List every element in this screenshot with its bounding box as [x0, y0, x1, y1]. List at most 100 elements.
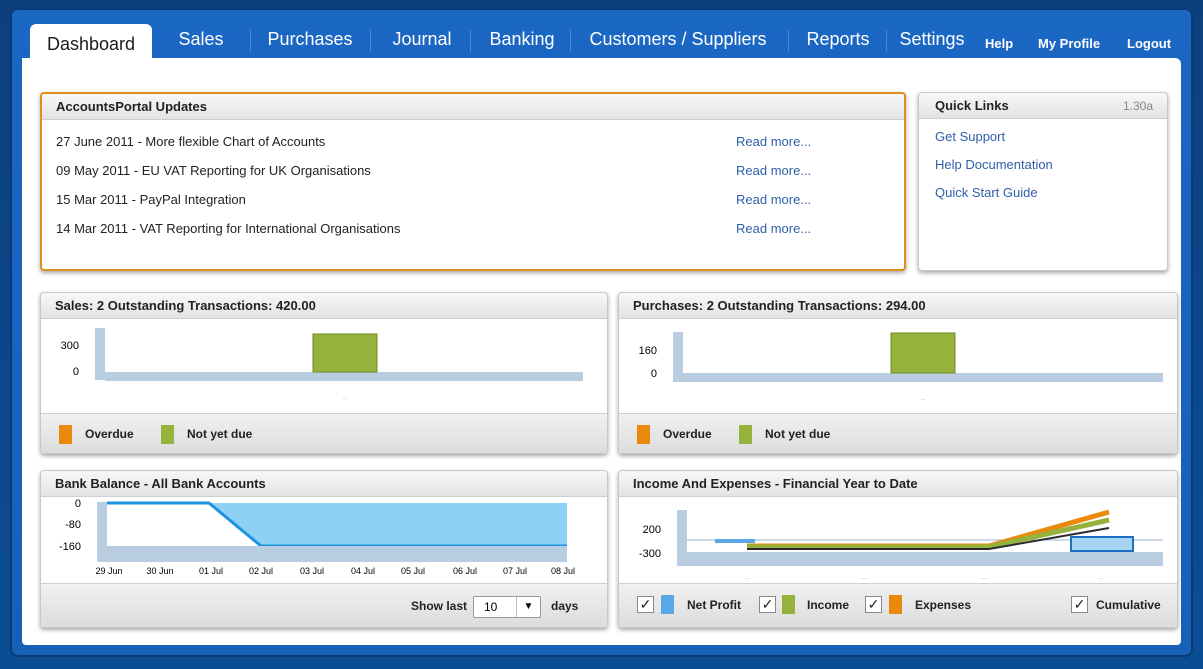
read-more-link[interactable]: Read more... — [736, 192, 811, 207]
legend-overdue: Overdue — [85, 427, 134, 441]
days-label: days — [551, 599, 579, 613]
read-more-link[interactable]: Read more... — [736, 134, 811, 149]
nav-divider — [886, 30, 887, 52]
x-tick-label: ... — [343, 395, 347, 401]
bar-not-yet-due — [890, 332, 956, 374]
x-tick-label: 01 Jul — [199, 566, 223, 576]
x-tick-label: ... — [862, 575, 866, 581]
nav-divider — [370, 30, 371, 52]
days-select[interactable]: 10 ▼ — [473, 596, 541, 618]
income-line — [747, 517, 1110, 550]
my-profile-link[interactable]: My Profile — [1038, 36, 1100, 51]
legend-overdue: Overdue — [663, 427, 712, 441]
read-more-link[interactable]: Read more... — [736, 163, 811, 178]
not-yet-due-swatch — [161, 425, 174, 444]
bank-balance-title: Bank Balance - All Bank Accounts — [41, 471, 607, 497]
x-tick-label: 29 Jun — [95, 566, 122, 576]
days-select-value: 10 — [484, 600, 498, 614]
quick-links-header: Quick Links 1.30a — [919, 93, 1167, 119]
income-expenses-chart: 200 -300 ... ... ... ... — [639, 509, 1163, 581]
y-tick-label: -160 — [59, 541, 81, 553]
x-tick-label: 06 Jul — [453, 566, 477, 576]
x-tick-label: 08 Jul — [551, 566, 575, 576]
x-tick-label: 30 Jun — [146, 566, 173, 576]
tab-reports[interactable]: Reports — [798, 22, 878, 56]
expenses-line — [747, 509, 1110, 549]
x-tick-label: ... — [1099, 575, 1103, 581]
x-axis-bar — [683, 373, 1163, 382]
y-axis-bar — [97, 502, 107, 562]
y-tick-label: 0 — [651, 368, 657, 380]
y-tick-label: 0 — [73, 366, 79, 378]
income-expenses-legend: ✓ Net Profit ✓ Income ✓ Expenses ✓ Cumul… — [619, 583, 1177, 627]
net-profit-swatch — [661, 595, 674, 614]
tab-customers-suppliers[interactable]: Customers / Suppliers — [578, 22, 778, 56]
y-axis-bar — [677, 510, 687, 566]
sales-legend: Overdue Not yet due — [41, 413, 607, 453]
update-item: 14 Mar 2011 - VAT Reporting for Internat… — [56, 221, 401, 236]
tab-purchases[interactable]: Purchases — [258, 22, 362, 56]
updates-title: AccountsPortal Updates — [42, 94, 904, 120]
y-tick-label: 300 — [61, 340, 79, 352]
overdue-swatch — [637, 425, 650, 444]
help-link[interactable]: Help — [985, 36, 1013, 51]
income-checkbox[interactable]: ✓ — [759, 596, 776, 613]
expenses-checkbox[interactable]: ✓ — [865, 596, 882, 613]
legend-net-profit: Net Profit — [687, 598, 741, 612]
cumulative-checkbox[interactable]: ✓ — [1071, 596, 1088, 613]
x-axis-bar — [687, 552, 1163, 566]
get-support-link[interactable]: Get Support — [935, 129, 1005, 144]
legend-expenses: Expenses — [915, 598, 972, 612]
overdue-swatch — [59, 425, 72, 444]
app-frame: Dashboard Sales Purchases Journal Bankin… — [10, 8, 1193, 657]
net-profit-checkbox[interactable]: ✓ — [637, 596, 654, 613]
nav-divider — [788, 30, 789, 52]
update-item: 15 Mar 2011 - PayPal Integration — [56, 192, 246, 207]
nav-divider — [470, 30, 471, 52]
not-yet-due-swatch — [739, 425, 752, 444]
x-tick-label: 07 Jul — [503, 566, 527, 576]
help-documentation-link[interactable]: Help Documentation — [935, 157, 1053, 172]
chevron-down-icon[interactable]: ▼ — [516, 597, 540, 617]
income-swatch — [782, 595, 795, 614]
tab-sales[interactable]: Sales — [166, 22, 236, 56]
version-label: 1.30a — [1122, 99, 1153, 113]
purchases-legend: Overdue Not yet due — [619, 413, 1177, 453]
update-item: 27 June 2011 - More flexible Chart of Ac… — [56, 134, 326, 149]
tab-settings[interactable]: Settings — [894, 22, 970, 56]
tab-journal[interactable]: Journal — [382, 22, 462, 56]
expenses-swatch — [889, 595, 902, 614]
y-tick-label: 160 — [639, 345, 657, 357]
bar-not-yet-due — [312, 333, 378, 373]
legend-cumulative: Cumulative — [1096, 598, 1161, 612]
y-axis-bar — [673, 332, 683, 382]
main-nav: Dashboard Sales Purchases Journal Bankin… — [10, 8, 1193, 66]
y-axis-bar — [95, 328, 105, 380]
tab-banking[interactable]: Banking — [480, 22, 564, 56]
purchases-chart: 160 0 ... — [639, 332, 1163, 402]
x-tick-label: 02 Jul — [249, 566, 273, 576]
net-profit-bar — [1070, 536, 1134, 552]
y-tick-label: 200 — [643, 524, 661, 536]
x-tick-label: 05 Jul — [401, 566, 425, 576]
x-tick-label: ... — [745, 575, 749, 581]
bank-balance-footer: Show last 10 ▼ days — [41, 583, 607, 627]
sales-panel: Sales: 2 Outstanding Transactions: 420.0… — [40, 292, 608, 454]
x-tick-label: 04 Jul — [351, 566, 375, 576]
nav-divider — [570, 30, 571, 52]
update-item: 09 May 2011 - EU VAT Reporting for UK Or… — [56, 163, 371, 178]
quick-links-title: Quick Links — [935, 98, 1009, 113]
legend-not-yet-due: Not yet due — [765, 427, 831, 441]
logout-link[interactable]: Logout — [1127, 36, 1171, 51]
x-tick-label: ... — [921, 396, 925, 402]
quick-start-guide-link[interactable]: Quick Start Guide — [935, 185, 1038, 200]
sales-title: Sales: 2 Outstanding Transactions: 420.0… — [41, 293, 607, 319]
purchases-panel: Purchases: 2 Outstanding Transactions: 2… — [618, 292, 1178, 454]
read-more-link[interactable]: Read more... — [736, 221, 811, 236]
updates-panel: AccountsPortal Updates 27 June 2011 - Mo… — [40, 92, 906, 271]
y-tick-label: -300 — [639, 548, 661, 560]
bank-balance-panel: Bank Balance - All Bank Accounts 0 -80 -… — [40, 470, 608, 628]
income-expenses-panel: Income And Expenses - Financial Year to … — [618, 470, 1178, 628]
dashboard-content: AccountsPortal Updates 27 June 2011 - Mo… — [22, 58, 1181, 645]
x-axis-bar — [107, 546, 567, 562]
